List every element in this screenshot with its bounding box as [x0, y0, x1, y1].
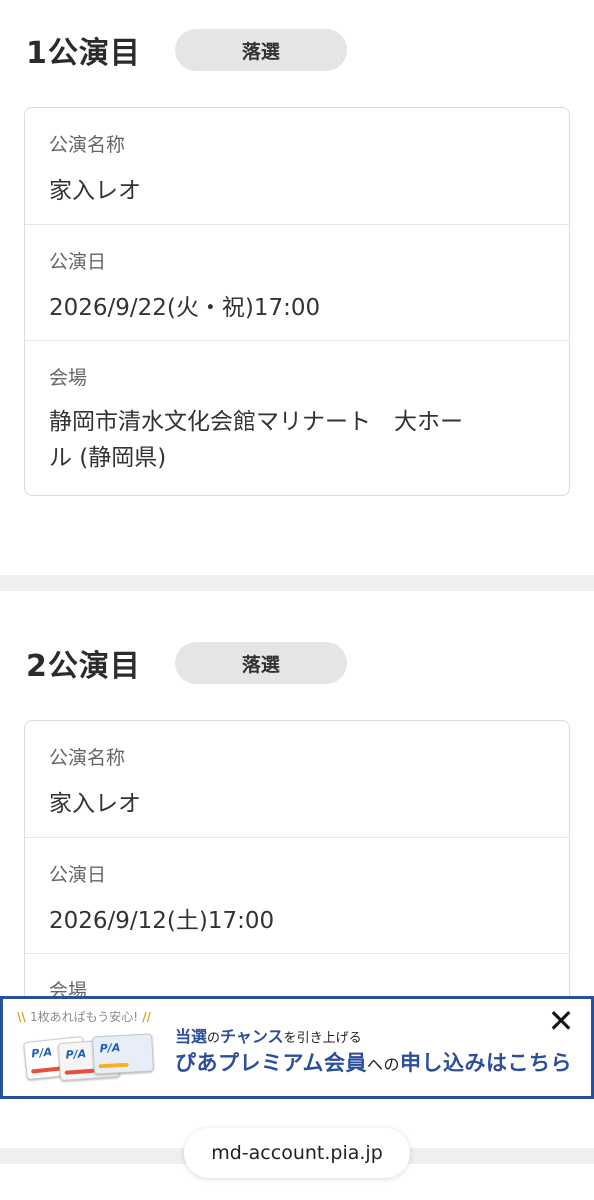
performance-date-row: 公演日 2026/9/22(火・祝)17:00 [25, 225, 569, 341]
performance-name-label: 公演名称 [49, 134, 126, 156]
performance-name-value: 家入レオ [49, 178, 141, 204]
venue-value-line-1: 静岡市清水文化会館マリナート 大ホー [49, 409, 463, 435]
lottery-title: 2公演目 [26, 649, 141, 684]
sparkle-icon: \\ [17, 1010, 30, 1024]
lottery-heading-1: 1公演目 落選 [26, 28, 347, 72]
performance-date-label: 公演日 [49, 251, 107, 273]
venue-row: 会場 静岡市清水文化会館マリナート 大ホー ル (静岡県) [25, 341, 569, 476]
status-badge: 落選 [174, 642, 347, 684]
status-badge: 落選 [174, 29, 347, 71]
performance-info-card: 公演名称 家入レオ 公演日 2026/9/12(土)17:00 会場 [24, 720, 570, 1002]
section-divider [0, 575, 594, 591]
lottery-title: 1公演目 [26, 36, 141, 71]
membership-cards-image: P/A P/A P/A [23, 1029, 155, 1089]
close-icon[interactable]: ✕ [545, 1005, 577, 1037]
performance-name-row: 公演名称 家入レオ [25, 721, 569, 838]
performance-name-label: 公演名称 [49, 747, 126, 769]
browser-url-bar[interactable]: md-account.pia.jp [184, 1128, 410, 1178]
performance-info-card: 公演名称 家入レオ 公演日 2026/9/22(火・祝)17:00 会場 静岡市… [24, 107, 570, 496]
venue-value: 静岡市清水文化会館マリナート 大ホー ル (静岡県) [49, 404, 545, 476]
performance-date-label: 公演日 [49, 864, 107, 886]
venue-label: 会場 [49, 367, 88, 389]
performance-date-row: 公演日 2026/9/12(土)17:00 [25, 838, 569, 954]
premium-member-banner[interactable]: \\ 1枚あればもう安心! // P/A P/A P/A 当選のチャンスを引き上… [0, 996, 594, 1099]
performance-name-row: 公演名称 家入レオ [25, 108, 569, 225]
banner-cta-text[interactable]: ぴあプレミアム会員への申し込みはこちら [175, 1047, 572, 1077]
sparkle-icon: // [138, 1010, 151, 1024]
banner-subtext: \\ 1枚あればもう安心! // [17, 1010, 151, 1024]
venue-value-line-2: ル (静岡県) [49, 445, 167, 471]
performance-name-value: 家入レオ [49, 791, 141, 817]
lottery-heading-2: 2公演目 落選 [26, 641, 347, 685]
performance-date-value: 2026/9/12(土)17:00 [49, 908, 275, 934]
performance-date-value: 2026/9/22(火・祝)17:00 [49, 295, 321, 321]
banner-tagline: 当選のチャンスを引き上げる [175, 1027, 362, 1046]
membership-card: P/A [92, 1033, 154, 1075]
